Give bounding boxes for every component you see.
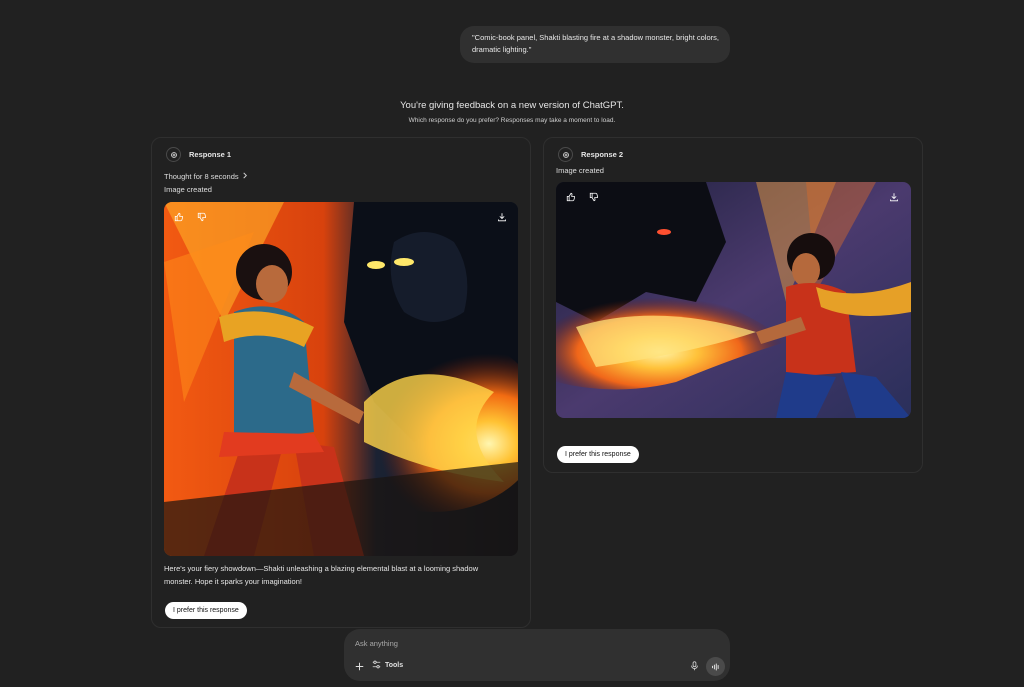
tools-label: Tools — [385, 662, 404, 669]
user-message-bubble: "Comic-book panel, Shakti blasting fire … — [460, 26, 730, 63]
image-created-status: Image created — [556, 166, 604, 175]
prefer-response-1-button[interactable]: I prefer this response — [165, 602, 247, 619]
composer-input[interactable]: Ask anything — [355, 639, 398, 648]
openai-logo-icon — [166, 147, 181, 162]
response-1-card: Response 1 Thought for 8 seconds Image c… — [151, 137, 531, 628]
chevron-right-icon — [242, 172, 248, 181]
response-2-label: Response 2 — [581, 150, 624, 159]
microphone-icon[interactable] — [688, 660, 700, 672]
thumbs-up-icon[interactable] — [564, 190, 578, 204]
response-1-header: Response 1 — [166, 147, 231, 162]
caption-line-1: Here's your fiery showdown—Shakti unleas… — [164, 564, 479, 573]
user-message-text: "Comic-book panel, Shakti blasting fire … — [472, 33, 719, 54]
caption-line-2: monster. Hope it sparks your imagination… — [164, 577, 302, 586]
thought-toggle[interactable]: Thought for 8 seconds — [164, 172, 248, 181]
comic-scene-illustration-1 — [164, 202, 518, 556]
voice-mode-icon[interactable] — [706, 657, 725, 676]
thought-duration: Thought for 8 seconds — [164, 172, 239, 181]
image-created-status: Image created — [164, 185, 212, 194]
tools-button[interactable]: Tools — [372, 660, 403, 671]
feedback-subtitle: Which response do you prefer? Responses … — [408, 117, 616, 124]
response-2-card: Response 2 Image created I prefer this r… — [543, 137, 923, 473]
response-1-caption: Here's your fiery showdown—Shakti unleas… — [164, 562, 524, 588]
openai-logo-icon — [558, 147, 573, 162]
feedback-title: You're giving feedback on a new version … — [400, 100, 624, 111]
generated-image-1[interactable] — [164, 202, 518, 556]
download-icon[interactable] — [887, 190, 901, 204]
response-1-label: Response 1 — [189, 150, 232, 159]
comic-scene-illustration-2 — [556, 182, 911, 418]
prefer-response-2-button[interactable]: I prefer this response — [557, 446, 639, 463]
thumbs-down-icon[interactable] — [587, 190, 601, 204]
thumbs-down-icon[interactable] — [195, 210, 209, 224]
plus-icon[interactable] — [353, 660, 365, 672]
thumbs-up-icon[interactable] — [172, 210, 186, 224]
download-icon[interactable] — [495, 210, 509, 224]
sliders-icon — [372, 660, 381, 671]
response-2-header: Response 2 — [558, 147, 623, 162]
message-composer: Ask anything Tools — [344, 629, 730, 681]
generated-image-2[interactable] — [556, 182, 911, 418]
